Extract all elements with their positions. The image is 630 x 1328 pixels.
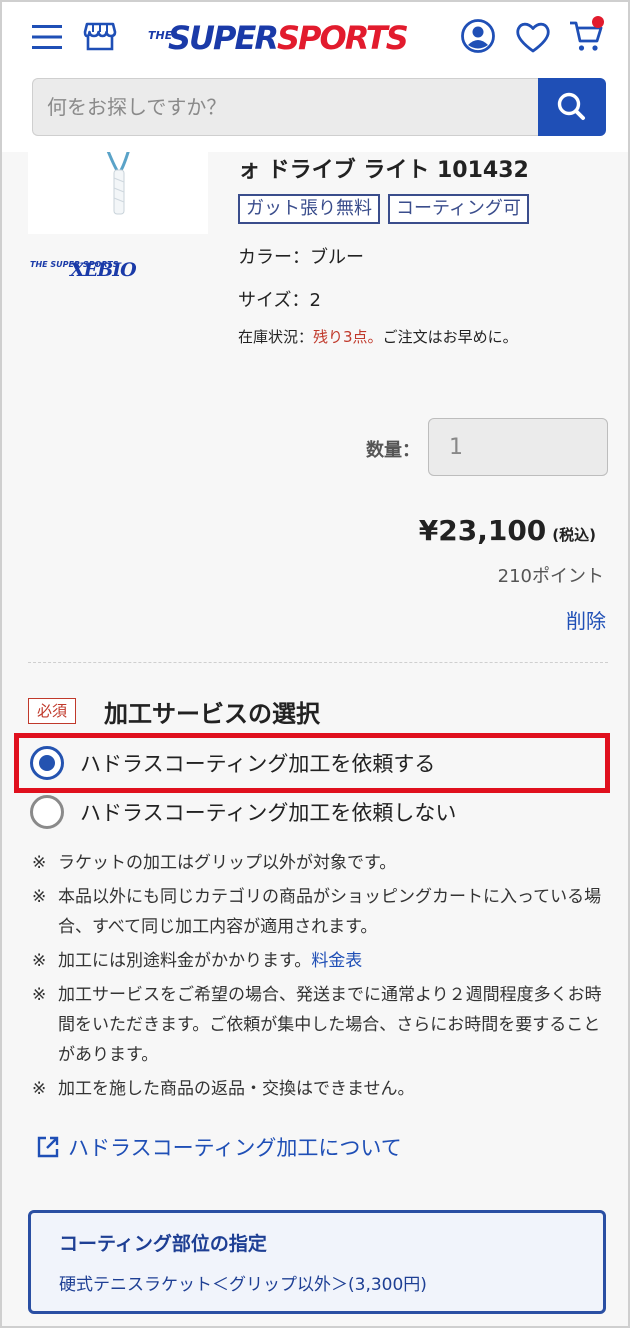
xebio-logo: THE SUPER SPORTS XEBIO [30,258,154,284]
option-request-coating[interactable]: ハドラスコーティング加工を依頼する [30,746,435,780]
coating-spec-desc: 硬式テニスラケット＜グリップ以外＞(3,300円) [59,1275,427,1295]
points: 210ポイント [497,566,604,587]
tax-label: (税込) [552,526,596,544]
search-icon [557,92,585,120]
search-bar [32,78,606,136]
tag-coating-available: コーティング可 [388,194,529,224]
product-tags: ガット張り無料 コーティング可 [238,194,529,224]
logo-sports: SPORTS [276,19,409,57]
menu-icon[interactable] [32,24,62,50]
quantity-input[interactable] [428,418,608,476]
search-input[interactable] [32,78,538,136]
xebio-logo-text: XEBIO [70,259,137,281]
product-color: カラー：ブルー [238,247,364,268]
heart-icon[interactable] [514,20,552,54]
divider [28,662,608,663]
price-table-link[interactable]: 料金表 [311,951,362,971]
price-value: ¥23,100 [418,514,547,547]
coating-spec-box[interactable]: コーティング部位の指定 硬式テニスラケット＜グリップ以外＞(3,300円) [28,1210,606,1314]
logo-super: SUPER [168,19,279,57]
about-coating-link[interactable]: ハドラスコーティング加工について [36,1132,402,1162]
external-link-icon [37,1136,59,1158]
stock-remaining: 残り3点。 [313,328,383,346]
option-label: ハドラスコーティング加工を依頼する [80,752,436,776]
product-name[interactable]: ォ ドライブ ライト 101432 [238,152,529,184]
stock-note: ご注文はお早めに。 [382,328,518,346]
stock-label: 在庫状況： [238,328,314,346]
option-label: ハドラスコーティング加工を依頼しない [80,801,457,825]
search-button[interactable] [538,78,606,136]
note-item: ※ 加工サービスをご希望の場合、発送までに通常より２週間程度多くお時間をいただきま… [32,985,602,1065]
required-badge: 必須 [28,698,77,724]
service-notes: ※ ラケットの加工はグリップ以外が対象です。 ※ 本品以外にも同じカテゴリの商品がシ… [32,848,612,1108]
note-item: ※ ラケットの加工はグリップ以外が対象です。 [32,853,397,873]
stock-status: 在庫状況：残り3点。ご注文はお早めに。 [238,326,518,347]
about-coating-link-text: ハドラスコーティング加工について [68,1136,402,1160]
cart-badge-dot [592,16,604,28]
page-frame: THE SUPERSPORTS 何をお探しですか？ THE SUPER SPOR… [0,0,630,1328]
account-icon[interactable] [460,18,496,54]
option-no-coating[interactable]: ハドラスコーティング加工を依頼しない [30,795,456,829]
site-logo[interactable]: THE SUPERSPORTS [148,16,438,62]
service-section-title: 加工サービスの選択 [104,700,320,728]
racket-image [104,145,132,215]
note-item: ※ 加工には別途料金がかかります。料金表 [32,951,363,971]
tag-free-stringing: ガット張り無料 [238,194,380,224]
radio-no-coating[interactable] [30,795,64,829]
product-image[interactable] [28,142,208,234]
note-item: ※ 加工を施した商品の返品・交換はできません。 [32,1079,415,1099]
quantity-label: 数量： [366,440,420,461]
delete-link[interactable]: 削除 [566,605,606,634]
coating-spec-title: コーティング部位の指定 [59,1233,267,1255]
note-item: ※ 本品以外にも同じカテゴリの商品がショッピングカートに入っている場合、すべて同じ… [32,887,602,937]
radio-request-coating[interactable] [30,746,64,780]
store-icon[interactable] [82,18,118,54]
product-size: サイズ：2 [238,290,321,311]
site-header: THE SUPERSPORTS [2,2,628,152]
price: ¥23,100 (税込) [419,514,596,547]
